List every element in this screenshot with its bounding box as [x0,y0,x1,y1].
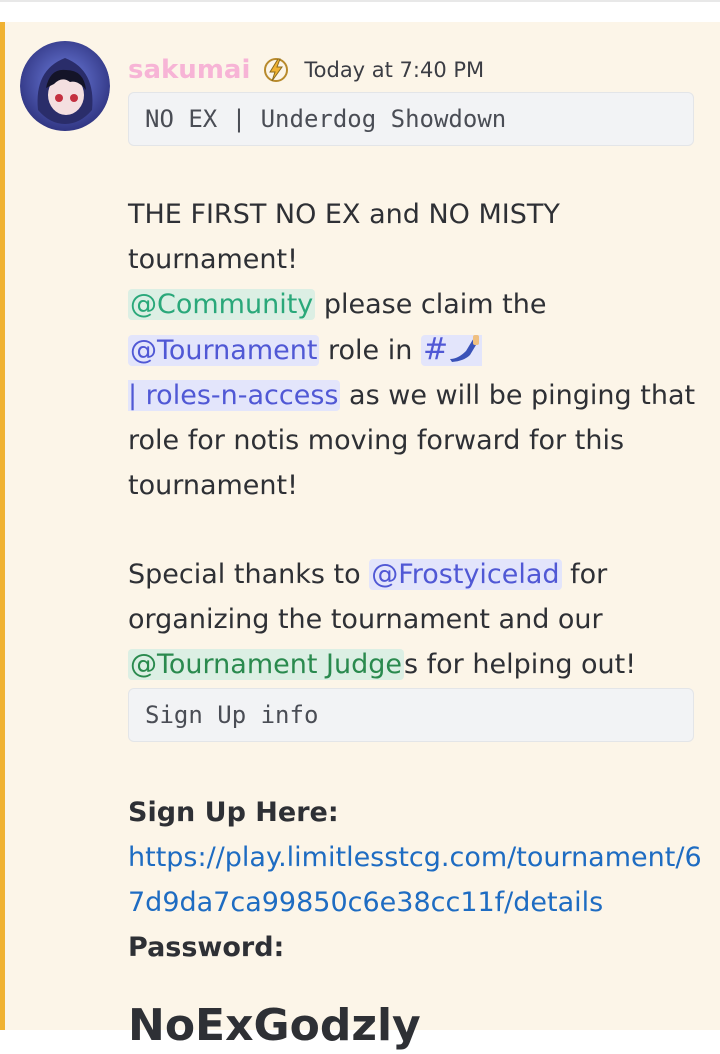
message-paragraph-1: THE FIRST NO EX and NO MISTY tournament!… [128,192,708,508]
code-block-signup: Sign Up info [128,688,694,742]
message-paragraph-2: Special thanks to @Frostyicelad for orga… [128,552,708,687]
paragraph-text: please claim the [315,289,547,320]
code-block-title: NO EX | Underdog Showdown [128,92,694,146]
lightning-badge-icon [262,56,290,84]
paragraph-text: Special thanks to [128,559,370,590]
paragraph-text: s for helping out! [403,649,637,680]
password-label: Password: [128,932,285,963]
message-container: sakumai Today at 7:40 PM NO EX | Underdo… [0,22,720,1051]
signup-link-part: https://play.limitlesstcg.com/tournament… [128,842,702,918]
signup-section: Sign Up Here: https://play.limitlesstcg.… [128,790,708,970]
channel-hash-icon: # [422,332,449,367]
paragraph-text: role in [319,335,421,366]
arm-emoji-icon [450,335,480,362]
message-highlight-bar [0,22,5,1030]
avatar[interactable] [20,40,110,132]
signup-link[interactable]: https://play.limitlesstcg.com/tournament… [128,842,702,918]
message-header: sakumai Today at 7:40 PM [128,52,484,88]
mention-community[interactable]: @Community [128,289,316,320]
channel-name: | roles-n-access [128,380,339,411]
signup-label: Sign Up Here: [128,797,339,828]
top-divider [0,0,720,2]
password-value: NoExGodzly [128,1000,421,1051]
mention-frostyicelad[interactable]: @Frostyicelad [369,559,562,590]
timestamp: Today at 7:40 PM [304,58,485,82]
username[interactable]: sakumai [128,55,250,85]
mention-tournament-judges[interactable]: @Tournament Judge [128,649,404,680]
mention-tournament[interactable]: @Tournament [128,335,320,366]
paragraph-text: THE FIRST NO EX and NO MISTY tournament! [128,199,560,275]
